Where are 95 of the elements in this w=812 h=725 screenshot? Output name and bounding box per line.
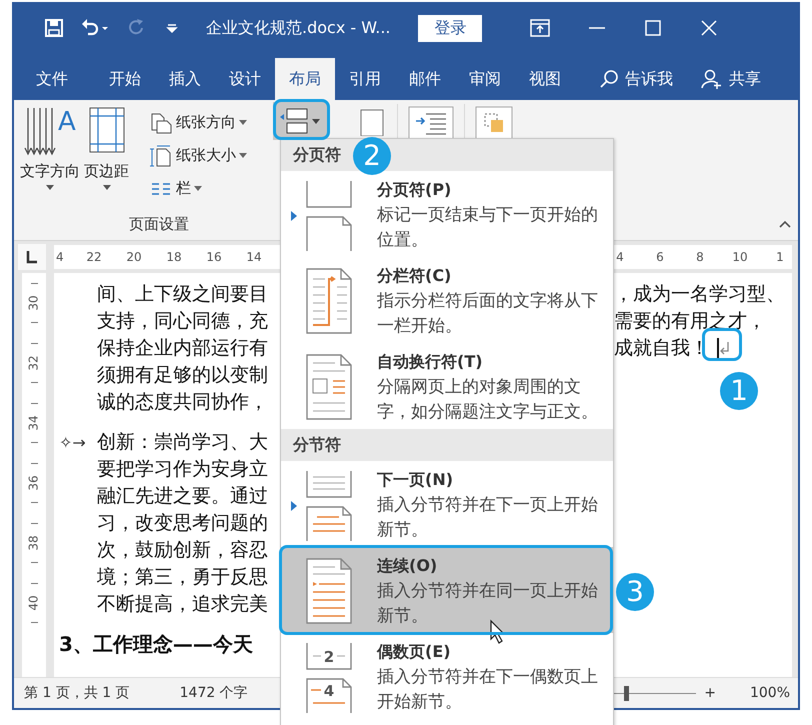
body-text: 成就自我！ bbox=[614, 336, 709, 361]
body-text: 创新：崇尚学习、大 bbox=[97, 431, 268, 453]
body-text: 诚的态度共同协作， bbox=[97, 391, 268, 413]
body-text: 须拥有足够的以变制 bbox=[97, 364, 268, 386]
ruler-number: 22 bbox=[85, 250, 103, 264]
ruler-number: 34 bbox=[27, 415, 41, 431]
search-icon bbox=[599, 69, 619, 89]
menu-item-label: 自动换行符(T) bbox=[377, 351, 484, 373]
tell-me-button[interactable]: 告诉我 bbox=[599, 58, 673, 100]
menu-item-description: 插入分节符并在同一页上开始新节。 bbox=[377, 580, 599, 628]
indent-icon[interactable] bbox=[408, 106, 454, 140]
menu-item-description: 插入分节符并在下一页上开始新节。 bbox=[377, 494, 599, 542]
highlight-frame bbox=[273, 99, 330, 140]
menu-item[interactable]: 自动换行符(T) 分隔网页上的对象周围的文字，如分隔题注文字与正文。 bbox=[281, 343, 613, 429]
menu-item[interactable]: 下一页(N) 插入分节符并在下一页上开始新节。 bbox=[281, 461, 613, 547]
person-add-icon bbox=[701, 69, 723, 89]
margins-button[interactable]: 页边距 bbox=[82, 100, 131, 194]
close-icon[interactable] bbox=[700, 19, 718, 37]
ribbon-tab[interactable]: 插入 bbox=[155, 58, 215, 100]
page-count: 第 1 页，共 1 页 bbox=[24, 684, 130, 702]
collapse-ribbon-icon[interactable] bbox=[778, 219, 792, 229]
ribbon-tab[interactable]: 设计 bbox=[215, 58, 275, 100]
ruler-number: 8 bbox=[695, 250, 705, 264]
ribbon-tab[interactable]: 审阅 bbox=[455, 58, 515, 100]
ruler-number: 1 bbox=[775, 250, 785, 264]
ribbon-tab[interactable]: 邮件 bbox=[395, 58, 455, 100]
menu-item-description: 标记一页结束与下一页开始的位置。 bbox=[377, 204, 599, 252]
columns-button[interactable]: 栏 bbox=[147, 172, 249, 205]
ribbon-tab[interactable]: 开始 bbox=[95, 58, 155, 100]
save-icon[interactable] bbox=[44, 18, 64, 38]
word-count: 1472 个字 bbox=[180, 684, 248, 702]
body-text: 境；第三，勇于反思 bbox=[97, 566, 268, 588]
ruler-number: 32 bbox=[27, 355, 41, 371]
ruler-number: 16 bbox=[205, 250, 223, 264]
ruler-number: 30 bbox=[27, 295, 41, 311]
breaks-icon bbox=[278, 106, 322, 136]
ruler-number: 4 bbox=[615, 250, 625, 264]
menu-section-header: 分节符 bbox=[281, 429, 613, 461]
orientation-button[interactable]: 纸张方向 bbox=[147, 106, 249, 139]
body-text: 支持，同心同德，充 bbox=[97, 310, 268, 332]
ribbon-tab[interactable]: 文件 bbox=[22, 58, 82, 100]
menu-item-description: 插入分节符并在下一偶数页上开始新节。 bbox=[377, 666, 599, 714]
ruler-number: 38 bbox=[27, 535, 41, 551]
share-button[interactable]: 共享 bbox=[701, 58, 761, 100]
zoom-in-button[interactable]: + bbox=[704, 685, 716, 701]
ruler-number: 4 bbox=[55, 250, 65, 264]
ruler-number: 6 bbox=[655, 250, 665, 264]
menu-item[interactable]: 2 4 偶数页(E) 插入分节符并在下一偶数页上开始新节。 bbox=[281, 633, 613, 719]
menu-item-label: 偶数页(E) bbox=[377, 641, 452, 663]
window-title: 企业文化规范.docx - W... bbox=[206, 18, 390, 38]
ribbon-tab[interactable]: 视图 bbox=[515, 58, 575, 100]
caret-icon bbox=[194, 186, 202, 191]
menu-item-label: 连续(O) bbox=[377, 555, 438, 577]
undo-icon[interactable] bbox=[80, 18, 110, 38]
zoom-level[interactable]: 100% bbox=[750, 685, 790, 701]
text-direction-button[interactable]: A 文字方向 bbox=[18, 100, 82, 194]
tab-stop-icon bbox=[26, 250, 38, 264]
ribbon-tab[interactable]: 布局 bbox=[275, 58, 335, 100]
body-text: 融汇先进之要。通过 bbox=[97, 485, 268, 507]
sign-in-button[interactable]: 登录 bbox=[418, 14, 482, 42]
ruler-number: 20 bbox=[125, 250, 143, 264]
body-text: ，成为一名学习型、 bbox=[614, 282, 785, 307]
tab-stop-selector[interactable] bbox=[18, 244, 46, 270]
body-text: 保持企业内部运行有 bbox=[97, 337, 268, 359]
caret-icon bbox=[102, 185, 110, 190]
ruler-number: 40 bbox=[27, 595, 41, 611]
group-label: 页面设置 bbox=[128, 214, 190, 234]
menu-item-label: 分栏符(C) bbox=[377, 265, 452, 287]
caret-icon bbox=[239, 153, 247, 158]
ribbon-tab[interactable]: 引用 bbox=[335, 58, 395, 100]
caret-icon bbox=[239, 120, 247, 125]
body-text: 次，鼓励创新，容忍 bbox=[97, 539, 268, 561]
body-text: 习，改变思考问题的 bbox=[97, 512, 268, 534]
heading-text: 3、工作理念——今天 bbox=[59, 632, 253, 656]
ribbon-display-icon[interactable] bbox=[530, 19, 550, 37]
ruler-number: 36 bbox=[27, 475, 41, 491]
maximize-icon[interactable] bbox=[644, 19, 662, 37]
page-orientation-icon bbox=[149, 112, 173, 134]
ruler-number: 18 bbox=[165, 250, 183, 264]
ruler-number: 10 bbox=[731, 250, 749, 264]
body-text: 间、上下级之间要目 bbox=[97, 283, 268, 305]
menu-item-label: 分页符(P) bbox=[377, 179, 452, 201]
caret-icon bbox=[46, 185, 54, 190]
menu-item-description: 分隔网页上的对象周围的文字，如分隔题注文字与正文。 bbox=[377, 376, 599, 424]
page-size-icon bbox=[149, 144, 173, 166]
menu-item[interactable]: 连续(O) 插入分节符并在同一页上开始新节。 bbox=[281, 547, 613, 633]
bullet-symbol: ✧→ bbox=[59, 433, 86, 452]
size-button[interactable]: 纸张大小 bbox=[147, 139, 249, 172]
menu-item[interactable]: 分栏符(C) 指示分栏符后面的文字将从下一栏开始。 bbox=[281, 257, 613, 343]
highlight-frame bbox=[702, 328, 742, 361]
menu-item-label: 下一页(N) bbox=[377, 469, 454, 491]
ruler-number: 14 bbox=[245, 250, 263, 264]
menu-item-description: 指示分栏符后面的文字将从下一栏开始。 bbox=[377, 290, 599, 338]
body-text: 要把学习作为安身立 bbox=[97, 458, 268, 480]
body-text: 不断提高，追求完美 bbox=[97, 593, 268, 615]
